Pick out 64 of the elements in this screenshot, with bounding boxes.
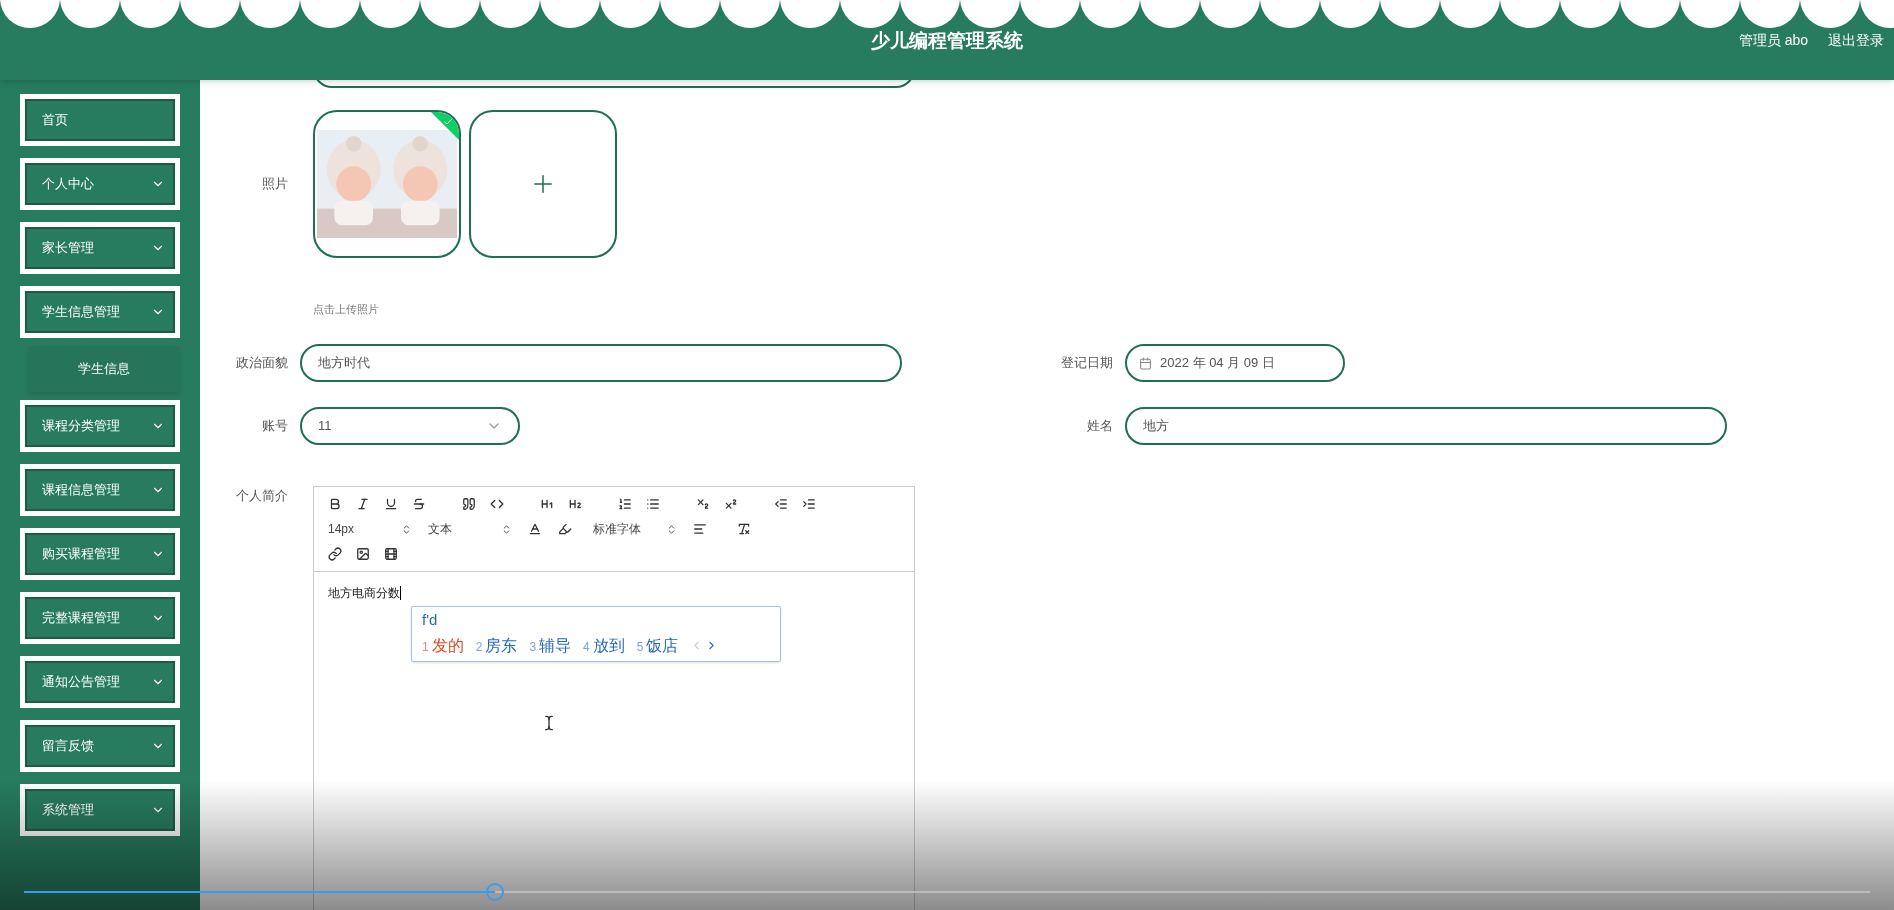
admin-username: 管理员 abo <box>1738 31 1808 50</box>
field-label: 登记日期 <box>1060 354 1114 373</box>
subscript-icon[interactable] <box>696 497 710 511</box>
field-label: 姓名 <box>1086 417 1114 436</box>
logout-link[interactable]: 退出登录 <box>1828 30 1884 51</box>
field-label: 照片 <box>261 175 289 194</box>
sidebar-menu-item[interactable]: 家长管理 <box>20 222 180 274</box>
text-field[interactable]: 地方 <box>1125 407 1727 445</box>
up-down-arrows-icon <box>666 523 677 535</box>
video-progress-thumb[interactable] <box>485 883 504 901</box>
italic-icon[interactable] <box>356 497 370 511</box>
outdent-icon[interactable] <box>774 497 788 511</box>
font-size-picker[interactable]: 14px <box>328 520 355 538</box>
date-field[interactable]: 2022 年 04 月 09 日 <box>1125 344 1345 382</box>
sidebar-menu-item[interactable]: 个人中心 <box>20 158 180 210</box>
up-down-arrows-icon <box>501 523 512 535</box>
add-photo-button[interactable] <box>469 110 617 258</box>
editor-text[interactable]: 地方电商分数 <box>328 584 400 602</box>
font-family-picker[interactable]: 标准字体 <box>593 520 641 538</box>
sidebar-menu-item[interactable]: 首页 <box>20 94 180 146</box>
ime-candidate[interactable]: 1 发的 <box>422 633 464 658</box>
sidebar-menu-item[interactable]: 课程信息管理 <box>20 464 180 516</box>
superscript-icon[interactable] <box>724 497 738 511</box>
bold-icon[interactable] <box>328 497 342 511</box>
sidebar-menu-item[interactable]: 留言反馈 <box>20 720 180 772</box>
field-label: 个人简介 <box>235 487 289 505</box>
indent-icon[interactable] <box>802 497 816 511</box>
sidebar-menu-item[interactable]: 购买课程管理 <box>20 528 180 580</box>
clear-format-icon[interactable] <box>737 522 751 536</box>
sidebar-menu-item[interactable]: 学生信息管理 <box>20 286 180 338</box>
ime-composition-text: f'd <box>422 610 439 630</box>
sidebar-menu-item[interactable]: 通知公告管理 <box>20 656 180 708</box>
video-icon[interactable] <box>384 547 398 561</box>
sidebar-menu-item[interactable]: 完整课程管理 <box>20 592 180 644</box>
image-icon[interactable] <box>356 547 370 561</box>
link-icon[interactable] <box>328 547 342 561</box>
calendar-icon <box>1139 356 1152 370</box>
ime-candidate[interactable]: 3 辅导 <box>529 633 572 658</box>
field-label: 政治面貌 <box>235 354 289 373</box>
heading-two-icon[interactable] <box>568 497 582 511</box>
highlight-icon[interactable] <box>558 522 572 536</box>
bullet-list-icon[interactable] <box>646 497 660 511</box>
account-select[interactable]: 11 <box>300 407 520 445</box>
ime-candidate[interactable]: 2 房东 <box>475 633 518 658</box>
heading-one-icon[interactable] <box>540 497 554 511</box>
quote-icon[interactable] <box>462 497 476 511</box>
align-left-icon[interactable] <box>693 522 707 536</box>
check-icon <box>443 116 454 127</box>
sidebar-menu-item[interactable]: 课程分类管理 <box>20 400 180 452</box>
text-color-icon[interactable] <box>528 522 542 536</box>
text-field[interactable]: 地方时代 <box>300 344 902 382</box>
ordered-list-icon[interactable] <box>618 497 632 511</box>
heading-picker[interactable]: 文本 <box>428 520 452 538</box>
strikethrough-icon[interactable] <box>412 497 426 511</box>
ime-candidate[interactable]: 4 放到 <box>583 633 625 658</box>
app-title: 少儿编程管理系统 <box>871 28 1023 53</box>
up-down-arrows-icon <box>401 523 412 535</box>
underline-icon[interactable] <box>384 497 398 511</box>
upload-hint: 点击上传照片 <box>313 303 379 315</box>
ime-candidate[interactable]: 5 饭店 <box>636 633 679 658</box>
code-icon[interactable] <box>490 497 504 511</box>
sidebar-menu-item[interactable]: 系统管理 <box>20 784 180 836</box>
field-label: 账号 <box>261 417 289 436</box>
sidebar-submenu-item[interactable]: 学生信息 <box>28 346 180 392</box>
